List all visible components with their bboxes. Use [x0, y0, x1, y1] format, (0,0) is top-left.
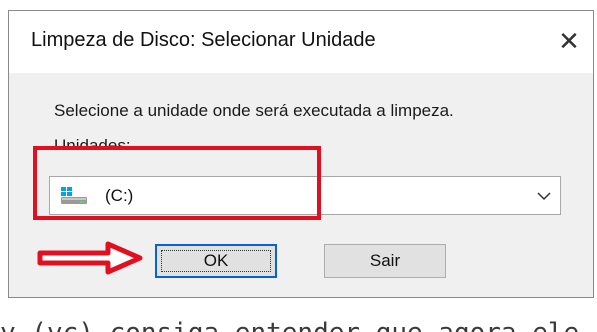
- drive-select[interactable]: (C:): [49, 176, 561, 215]
- drives-label: Unidades:: [54, 136, 131, 150]
- focus-rectangle: [161, 250, 271, 272]
- ok-button[interactable]: OK: [155, 244, 277, 278]
- background-page-text: y (vc) consiga entender que agora ele (o: [0, 318, 597, 332]
- disk-cleanup-drive-dialog: Limpeza de Disco: Selecionar Unidade ✕ S…: [8, 10, 594, 298]
- screenshot-stage: y (vc) consiga entender que agora ele (o…: [0, 0, 597, 332]
- selected-drive-label: (C:): [105, 186, 134, 205]
- instruction-text: Selecione a unidade onde será executada …: [54, 101, 454, 120]
- close-icon: ✕: [558, 25, 580, 56]
- exit-button[interactable]: Sair: [324, 244, 446, 278]
- exit-button-label: Sair: [369, 251, 401, 270]
- dialog-titlebar: Limpeza de Disco: Selecionar Unidade ✕: [9, 11, 593, 73]
- chevron-down-icon: [537, 192, 551, 201]
- dialog-title: Limpeza de Disco: Selecionar Unidade: [31, 29, 376, 51]
- drive-icon: [61, 187, 87, 204]
- close-button[interactable]: ✕: [549, 21, 589, 61]
